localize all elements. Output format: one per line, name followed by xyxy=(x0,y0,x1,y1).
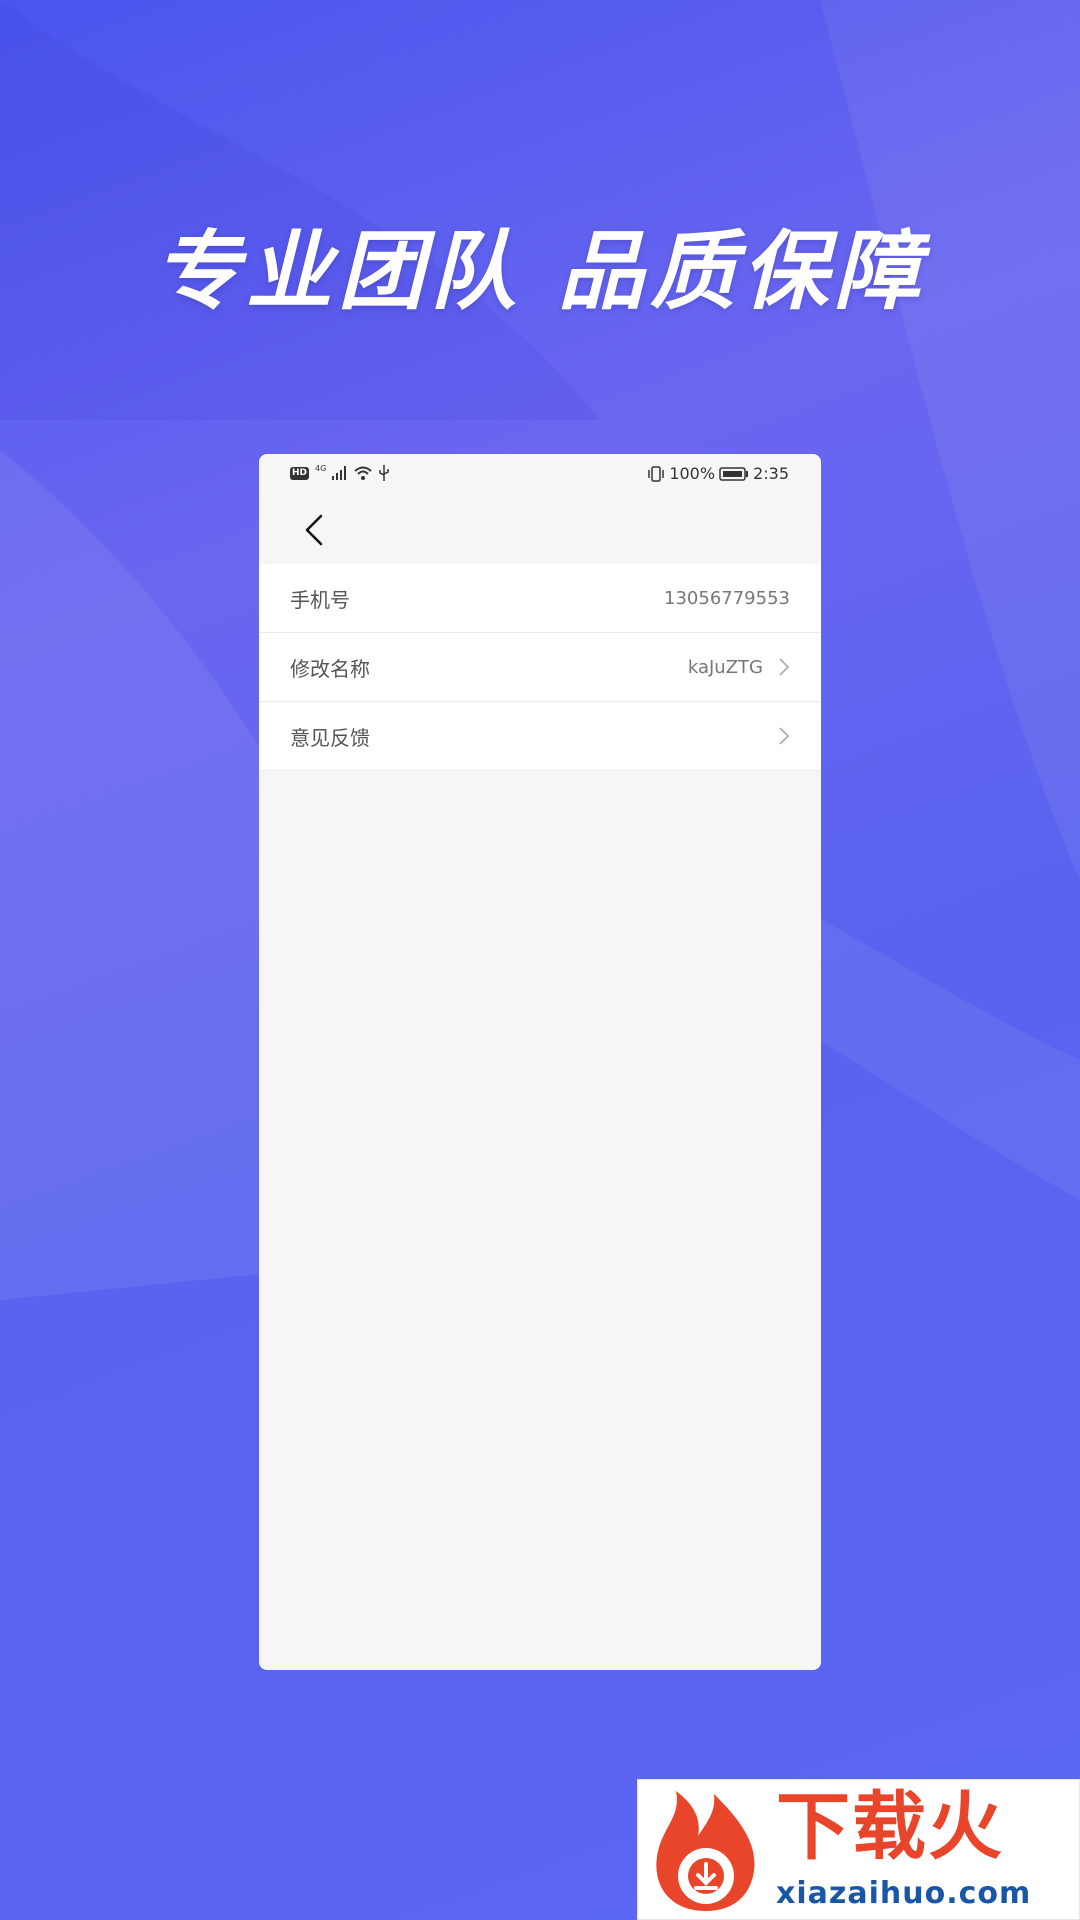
signal-icon xyxy=(332,466,347,480)
promo-headline: 专业团队 品质保障 xyxy=(154,222,926,322)
row-label: 手机号 xyxy=(290,587,350,612)
row-feedback[interactable]: 意见反馈 xyxy=(259,702,821,771)
watermark-badge: 下载火 xiazaihuo.com xyxy=(637,1779,1080,1920)
clock: 2:35 xyxy=(753,464,789,483)
status-bar: HD 4G 100% 2:35 xyxy=(259,454,821,494)
back-arrow-icon[interactable] xyxy=(299,512,333,548)
usb-icon xyxy=(379,465,390,481)
chevron-right-icon xyxy=(779,658,790,676)
battery-percent: 100% xyxy=(669,464,716,483)
wifi-icon xyxy=(354,466,372,480)
watermark-brand-url: xiazaihuo.com xyxy=(776,1876,1032,1911)
settings-list: 手机号 13056779553 修改名称 kaJuZTG 意见反馈 xyxy=(259,564,821,771)
chevron-right-icon xyxy=(779,727,790,745)
hd-icon: HD xyxy=(290,466,310,480)
watermark-brand-cn: 下载火 xyxy=(776,1784,1004,1870)
phone-screen: HD 4G 100% 2:35 手机号 13056779553 修改名称 kaJ… xyxy=(259,454,821,1670)
row-label: 修改名称 xyxy=(290,656,370,681)
phone-number-value: 13056779553 xyxy=(664,587,790,609)
row-edit-name[interactable]: 修改名称 kaJuZTG xyxy=(259,633,821,702)
battery-icon xyxy=(719,466,749,481)
status-right: 100% 2:35 xyxy=(647,464,789,483)
vibrate-icon xyxy=(648,465,665,482)
username-value: kaJuZTG xyxy=(687,656,763,678)
status-left: HD 4G xyxy=(290,463,390,481)
row-label: 意见反馈 xyxy=(290,725,370,750)
flame-logo-icon xyxy=(656,1791,755,1911)
nav-bar xyxy=(259,494,821,564)
network-type: 4G xyxy=(315,463,327,473)
row-phone-number: 手机号 13056779553 xyxy=(259,564,821,633)
